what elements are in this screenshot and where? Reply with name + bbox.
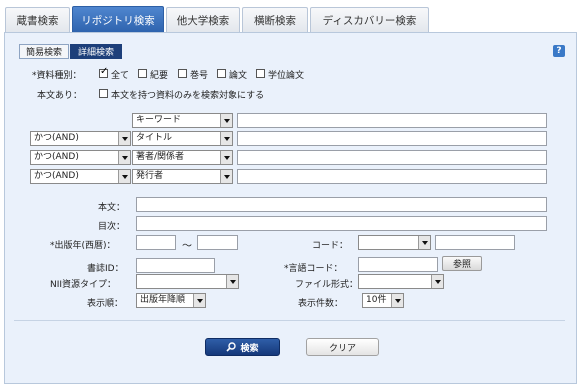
count-label: 表示件数： xyxy=(298,299,344,309)
langcode-label: *言語コード： xyxy=(284,264,343,274)
subtab-simple-search[interactable]: 簡易検索 xyxy=(19,44,69,59)
form-divider xyxy=(14,320,565,321)
chevron-down-icon xyxy=(220,151,232,164)
chevron-down-icon xyxy=(226,275,238,288)
body-label: 本文： xyxy=(98,203,126,213)
field-select-1[interactable]: キーワード xyxy=(132,113,233,128)
operator-select-2[interactable]: かつ(AND) xyxy=(30,131,131,146)
subtab-detail-search[interactable]: 詳細検索 xyxy=(70,44,122,59)
sort-order-value: 出版年降順 xyxy=(140,295,186,305)
field-select-1-value: キーワード xyxy=(136,115,182,125)
nii-type-select[interactable] xyxy=(136,274,239,289)
chevron-down-icon xyxy=(418,236,430,249)
code-label: コード： xyxy=(312,241,349,251)
toc-input[interactable] xyxy=(136,216,547,231)
checkbox-article-label: 論文 xyxy=(229,71,248,81)
keyword-input-1[interactable] xyxy=(237,113,547,128)
tab-cross-search[interactable]: 横断検索 xyxy=(242,7,308,33)
chevron-down-icon xyxy=(391,294,403,307)
tab-discovery-search[interactable]: ディスカバリー検索 xyxy=(310,7,429,33)
keyword-input-4[interactable] xyxy=(237,169,547,184)
checkbox-thesis[interactable] xyxy=(256,69,265,78)
field-select-4[interactable]: 発行者 xyxy=(132,169,233,184)
checkbox-fulltext-only-label: 本文を持つ資料のみを検索対象にする xyxy=(111,91,265,101)
clear-button[interactable]: クリア xyxy=(306,338,379,356)
checkbox-volume[interactable] xyxy=(178,69,187,78)
keyword-input-2[interactable] xyxy=(237,131,547,146)
operator-select-2-value: かつ(AND) xyxy=(34,133,79,143)
chevron-down-icon xyxy=(220,170,232,183)
tab-other-university-search[interactable]: 他大学検索 xyxy=(166,7,240,33)
operator-select-3-value: かつ(AND) xyxy=(34,152,79,162)
search-icon xyxy=(226,342,237,352)
file-format-label: ファイル形式： xyxy=(295,280,359,290)
search-button[interactable]: 検索 xyxy=(205,338,280,356)
nii-type-label: NII資源タイプ： xyxy=(50,280,117,290)
checkbox-all[interactable] xyxy=(99,66,108,78)
count-select[interactable]: 10件 xyxy=(362,293,404,308)
help-icon[interactable]: ? xyxy=(553,45,565,57)
checkbox-bulletin-label: 紀要 xyxy=(150,71,169,81)
pubyear-tilde: 〜 xyxy=(182,241,192,252)
langcode-input[interactable] xyxy=(358,257,438,272)
field-select-2[interactable]: タイトル xyxy=(132,131,233,146)
count-value: 10件 xyxy=(366,295,387,305)
operator-select-4[interactable]: かつ(AND) xyxy=(30,169,131,184)
code-input[interactable] xyxy=(435,235,515,250)
chevron-down-icon xyxy=(220,114,232,127)
checkbox-bulletin[interactable] xyxy=(138,69,147,78)
field-select-4-value: 発行者 xyxy=(136,171,164,181)
sort-order-select[interactable]: 出版年降順 xyxy=(136,293,206,308)
chevron-down-icon xyxy=(118,170,130,183)
chevron-down-icon xyxy=(118,151,130,164)
body-input[interactable] xyxy=(136,197,547,212)
toc-label: 目次： xyxy=(98,222,126,232)
pubyear-from-input[interactable] xyxy=(136,235,176,250)
material-type-label: *資料種別： xyxy=(32,71,82,81)
chevron-down-icon xyxy=(431,275,443,288)
file-format-select[interactable] xyxy=(358,274,444,289)
pubyear-to-input[interactable] xyxy=(197,235,238,250)
fulltext-label: 本文あり： xyxy=(37,91,83,101)
checkbox-thesis-label: 学位論文 xyxy=(268,71,305,81)
field-select-2-value: タイトル xyxy=(136,133,173,143)
field-select-3[interactable]: 著者/関係者 xyxy=(132,150,233,165)
tab-catalog-search[interactable]: 蔵書検索 xyxy=(5,7,70,33)
bibid-input[interactable] xyxy=(136,258,215,273)
chevron-down-icon xyxy=(118,132,130,145)
reference-button[interactable]: 参照 xyxy=(442,256,482,271)
keyword-input-3[interactable] xyxy=(237,150,547,165)
sort-order-label: 表示順： xyxy=(87,299,124,309)
checkbox-fulltext-only[interactable] xyxy=(99,89,108,98)
code-type-select[interactable] xyxy=(358,235,431,250)
checkbox-all-label: 全て xyxy=(111,71,130,81)
bibid-label: 書誌ID： xyxy=(87,264,124,274)
chevron-down-icon xyxy=(193,294,205,307)
field-select-3-value: 著者/関係者 xyxy=(136,152,185,162)
checkbox-volume-label: 巻号 xyxy=(190,71,209,81)
pubyear-label: *出版年(西暦)： xyxy=(50,241,116,251)
operator-select-4-value: かつ(AND) xyxy=(34,171,79,181)
search-button-label: 検索 xyxy=(240,343,259,354)
checkbox-article[interactable] xyxy=(217,69,226,78)
operator-select-3[interactable]: かつ(AND) xyxy=(30,150,131,165)
tab-repository-search[interactable]: リポジトリ検索 xyxy=(72,6,164,33)
chevron-down-icon xyxy=(220,132,232,145)
